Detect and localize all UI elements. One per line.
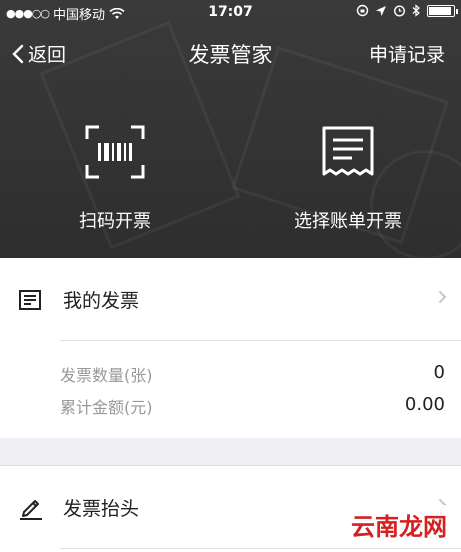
total-amount-label: 累计金额(元)	[60, 398, 153, 417]
alarm-icon	[393, 5, 406, 17]
invoice-count-row: 发票数量(张) 0	[60, 362, 445, 386]
scan-invoice-button[interactable]: 扫码开票	[15, 125, 215, 233]
nav-bar: 返回 发票管家 申请记录	[0, 28, 461, 76]
select-bill-button[interactable]: 选择账单开票	[248, 125, 448, 233]
invoice-count-label: 发票数量(张)	[60, 366, 153, 385]
application-records-link[interactable]: 申请记录	[369, 40, 445, 67]
battery-icon	[427, 4, 458, 17]
scan-invoice-label: 扫码开票	[79, 211, 151, 232]
chevron-right-icon	[438, 290, 447, 304]
total-amount-row: 累计金额(元) 0.00	[60, 394, 445, 418]
invoice-count-value: 0	[433, 362, 445, 383]
bluetooth-icon	[412, 4, 420, 17]
select-bill-label: 选择账单开票	[294, 211, 402, 232]
my-invoices-section: 我的发票 发票数量(张) 0 累计金额(元) 0.00	[0, 258, 461, 438]
divider	[60, 340, 461, 341]
header-panel: ●●●○○ 中国移动 17:07 返回 发票管家 申请记录 扫码开票 选择账单开…	[0, 0, 461, 258]
orientation-lock-icon	[356, 4, 369, 17]
pencil-icon	[20, 500, 42, 520]
my-invoices-row[interactable]: 我的发票	[0, 258, 461, 340]
location-icon	[376, 5, 386, 16]
watermark: 云南龙网	[345, 505, 453, 544]
status-bar: ●●●○○ 中国移动 17:07	[0, 0, 461, 24]
divider	[60, 548, 461, 549]
invoice-header-title: 发票抬头	[63, 498, 140, 520]
my-invoices-title: 我的发票	[63, 290, 140, 312]
receipt-icon	[322, 126, 374, 176]
barcode-scan-icon	[85, 125, 145, 179]
invoice-list-icon	[19, 290, 41, 310]
total-amount-value: 0.00	[404, 394, 445, 415]
